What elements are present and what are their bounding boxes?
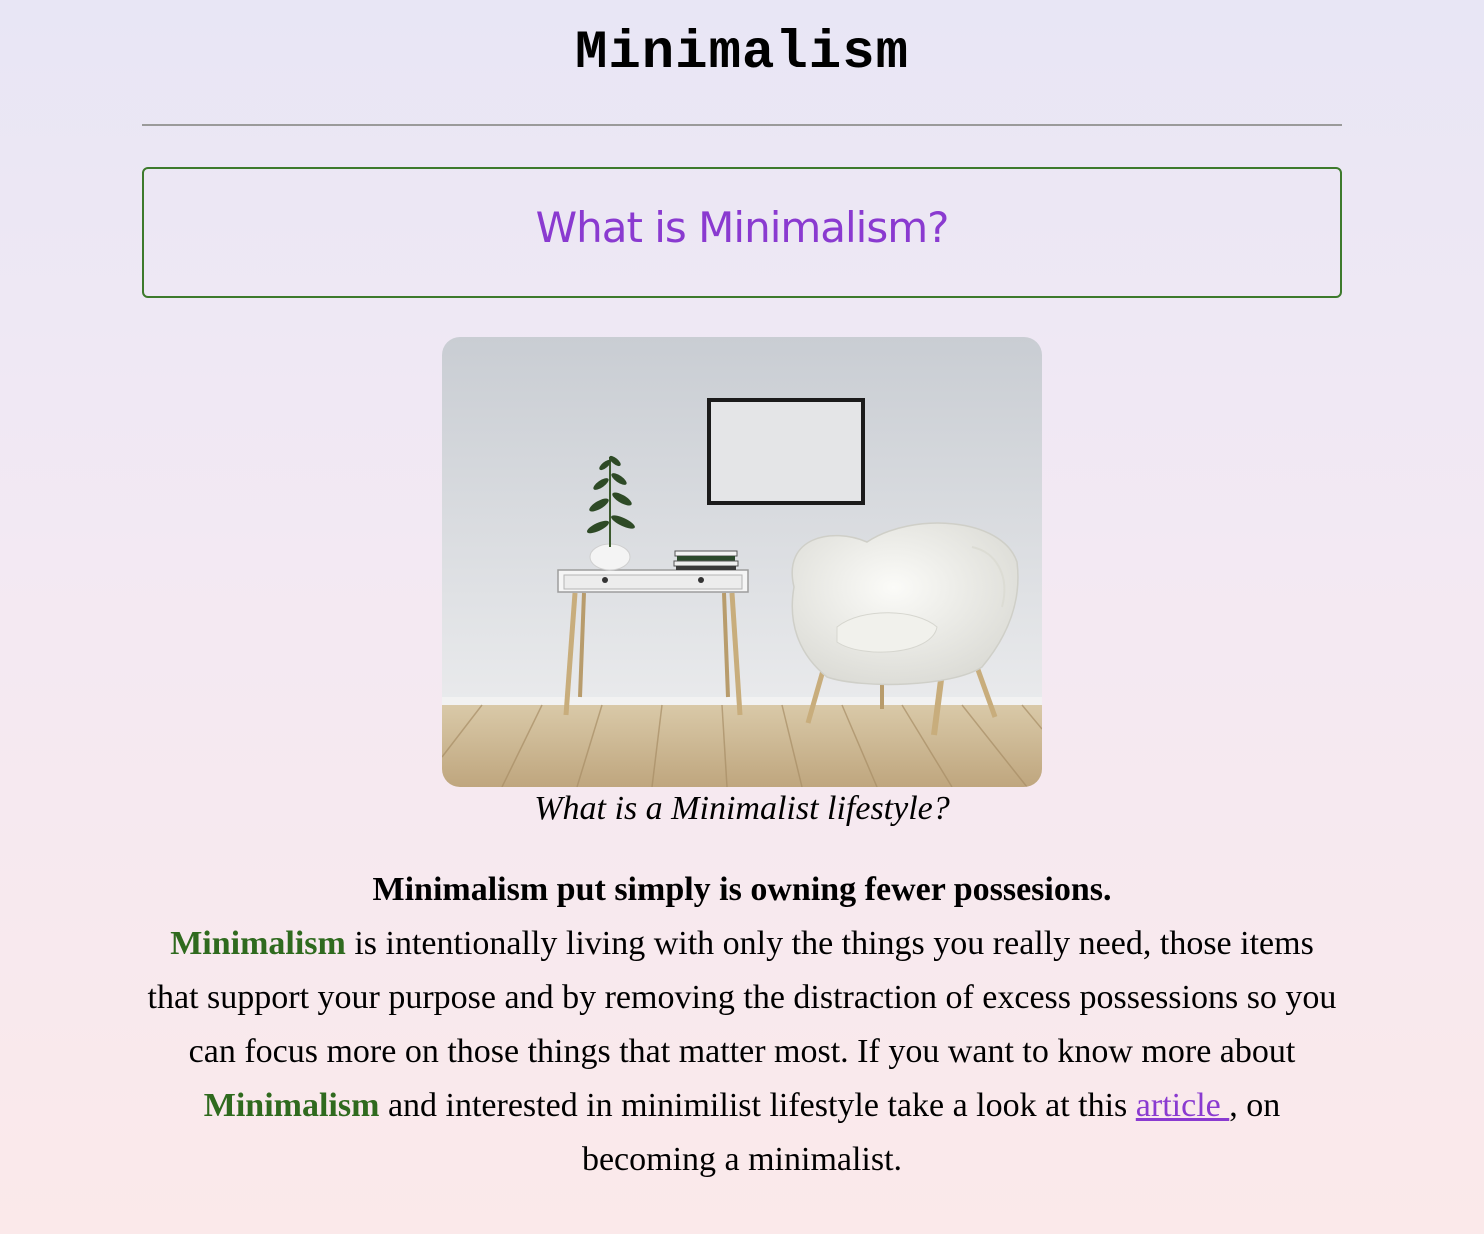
highlight-minimalism: Minimalism [170, 925, 346, 962]
article-link[interactable]: article [1136, 1087, 1229, 1124]
page-container: Minimalism What is Minimalism? What is a… [142, 0, 1342, 1187]
body-text-2: and interested in minimilist lifestyle t… [379, 1087, 1136, 1124]
section-heading-box: What is Minimalism? [142, 167, 1342, 298]
minimalist-room-image [442, 337, 1042, 787]
title-divider [142, 124, 1342, 126]
content-paragraph: Minimalism put simply is owning fewer po… [142, 871, 1342, 1187]
hero-figure: What is a Minimalist lifestyle? [442, 337, 1042, 827]
image-caption: What is a Minimalist lifestyle? [534, 790, 950, 827]
section-heading: What is Minimalism? [535, 203, 950, 252]
page-title: Minimalism [574, 23, 910, 84]
highlight-minimalism: Minimalism [203, 1087, 380, 1124]
lead-sentence: Minimalism put simply is owning fewer po… [372, 871, 1112, 908]
